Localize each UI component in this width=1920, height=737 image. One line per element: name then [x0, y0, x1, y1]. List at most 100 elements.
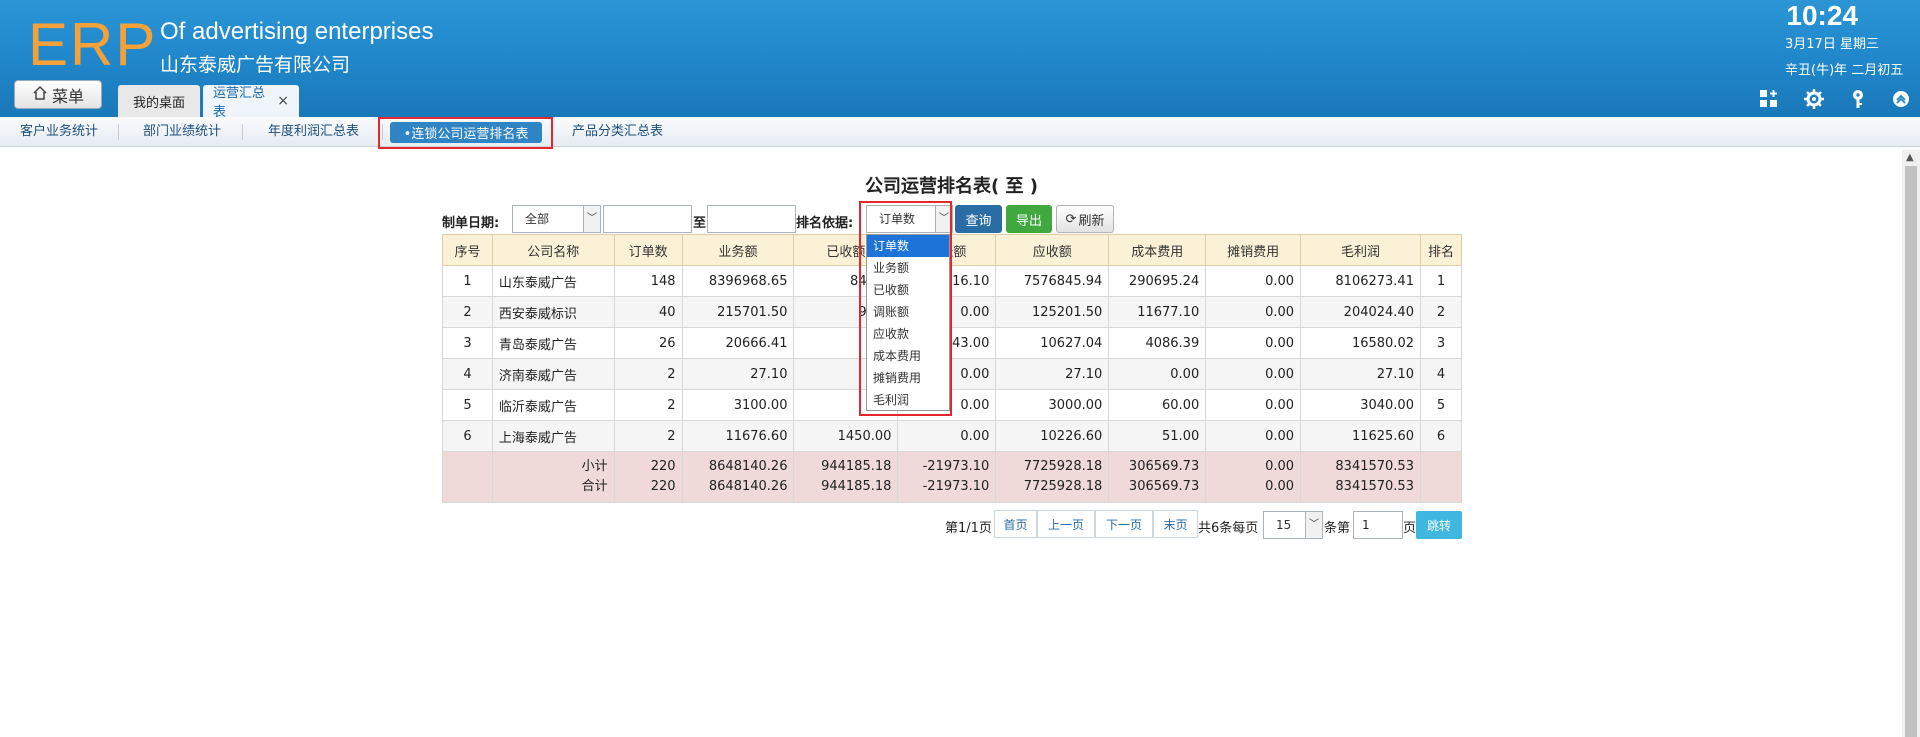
- table-cell: 8396968.65: [681, 265, 795, 297]
- table-cell: 2: [1419, 296, 1463, 328]
- start-date-input[interactable]: [603, 205, 692, 233]
- table-cell: 2: [613, 420, 683, 452]
- table-row[interactable]: 3青岛泰威广告2620666.4197943.0010627.044086.39…: [442, 327, 1463, 359]
- page-number-input[interactable]: 1: [1353, 511, 1403, 539]
- dropdown-option[interactable]: 调账额: [867, 301, 949, 323]
- table-cell: 10627.04: [995, 327, 1110, 359]
- total-value: 8341570.53: [1335, 479, 1414, 494]
- grid-add-icon[interactable]: [1758, 88, 1780, 110]
- vertical-scrollbar[interactable]: ▲: [1902, 150, 1920, 737]
- tab-label: 运营汇总表: [213, 86, 266, 120]
- dropdown-option[interactable]: 已收额: [867, 279, 949, 301]
- table-row[interactable]: 4 济南泰威广告 2 27.10 0.00 27.10 0.00 0.00 27.10 4: [442, 358, 1463, 390]
- summary-cell: 306569.73 306569.73: [1108, 451, 1207, 503]
- column-header: 毛利润: [1300, 234, 1421, 266]
- date-display: 3月17日 星期三: [1785, 37, 1879, 52]
- column-header: 公司名称: [491, 234, 615, 266]
- table-cell: 204024.40: [1300, 296, 1421, 328]
- table-cell: 290695.24: [1108, 265, 1207, 297]
- table-row[interactable]: 5临沂泰威广告23100.00100.003000.0060.000.00304…: [442, 389, 1463, 421]
- page-unit-label: 页: [1403, 521, 1417, 536]
- dropdown-option[interactable]: 订单数: [867, 235, 949, 257]
- table-cell: [1419, 451, 1463, 503]
- date-range-select[interactable]: 全部 ﹀: [512, 205, 601, 233]
- dropdown-option[interactable]: 业务额: [867, 257, 949, 279]
- page-size-value: 15: [1276, 518, 1292, 532]
- lunar-date-display: 辛丑(牛)年 二月初五: [1785, 63, 1904, 78]
- table-cell: 0.00: [897, 420, 997, 452]
- end-date-input[interactable]: [707, 205, 796, 233]
- column-header: 应收额: [995, 234, 1110, 266]
- to-label: 至: [693, 216, 707, 231]
- tab-operation-summary[interactable]: 运营汇总表 ×: [203, 85, 299, 120]
- table-cell: 7576845.94: [995, 265, 1110, 297]
- app-header: ERP Of advertising enterprises 山东泰威广告有限公…: [0, 0, 1920, 120]
- table-cell: 0.00: [1205, 389, 1302, 421]
- last-page-button[interactable]: 末页: [1153, 510, 1198, 538]
- dropdown-option[interactable]: 成本费用: [867, 345, 949, 367]
- company-name-cn: 山东泰威广告有限公司: [160, 54, 351, 76]
- chevron-down-icon: ﹀: [583, 206, 600, 232]
- summary-label-cell: 小计 合计: [491, 451, 615, 503]
- rank-by-label: 排名依据:: [796, 216, 854, 231]
- subnav-department-stats[interactable]: 部门业绩统计: [143, 117, 221, 147]
- table-cell: 16580.02: [1300, 327, 1421, 359]
- report-title: 公司运营排名表( 至 ): [865, 176, 1038, 197]
- summary-cell: 7725928.18 7725928.18: [995, 451, 1110, 503]
- query-button[interactable]: 查询: [955, 205, 1002, 233]
- table-cell: 27.10: [995, 358, 1110, 390]
- table-cell: 上海泰威广告: [491, 420, 615, 452]
- table-row[interactable]: 2西安泰威标识40215701.5090500.00125201.5011677…: [442, 296, 1463, 328]
- refresh-button[interactable]: ⟳ 刷新: [1056, 205, 1114, 233]
- column-header: 摊销费用: [1205, 234, 1302, 266]
- page-size-select[interactable]: 15 ﹀: [1263, 511, 1323, 539]
- column-header: 序号: [442, 234, 493, 266]
- table-cell: 1: [442, 265, 493, 297]
- dropdown-option[interactable]: 毛利润: [867, 389, 949, 411]
- scrollbar-thumb[interactable]: [1905, 166, 1917, 737]
- table-row[interactable]: 1山东泰威广告1488396968.658423316.107576845.94…: [442, 265, 1463, 297]
- table-cell: 3100.00: [681, 389, 795, 421]
- scroll-up-icon[interactable]: ▲: [1906, 152, 1914, 163]
- total-value: 8648140.26: [708, 479, 788, 494]
- gear-icon[interactable]: [1803, 88, 1825, 110]
- date-range-value: 全部: [525, 212, 550, 226]
- table-cell: 4086.39: [1108, 327, 1207, 359]
- menu-button[interactable]: 菜单: [14, 80, 102, 109]
- table-cell: 5: [442, 389, 493, 421]
- tab-my-desktop[interactable]: 我的桌面: [118, 85, 200, 117]
- table-cell: 2: [613, 389, 683, 421]
- erp-logo: ERP: [28, 11, 158, 78]
- key-icon[interactable]: [1847, 88, 1869, 110]
- table-cell: 3040.00: [1300, 389, 1421, 421]
- collapse-up-icon[interactable]: [1890, 88, 1912, 110]
- total-value: 306569.73: [1128, 479, 1200, 494]
- table-cell: 0.00: [1205, 265, 1302, 297]
- table-cell: 3: [1419, 327, 1463, 359]
- dropdown-option[interactable]: 摊销费用: [867, 367, 949, 389]
- subnav-chain-company-ranking[interactable]: •连锁公司运营排名表: [390, 122, 542, 143]
- goto-label: 条第: [1324, 521, 1351, 536]
- dropdown-option[interactable]: 应收款: [867, 323, 949, 345]
- next-page-button[interactable]: 下一页: [1095, 510, 1153, 538]
- column-header: 业务额: [681, 234, 795, 266]
- summary-cell: 8648140.26 8648140.26: [681, 451, 795, 503]
- prev-page-button[interactable]: 上一页: [1037, 510, 1095, 538]
- table-cell: 0.00: [1205, 296, 1302, 328]
- table-cell: 6: [442, 420, 493, 452]
- export-button[interactable]: 导出: [1006, 205, 1052, 233]
- summary-cell: 944185.18 944185.18: [793, 451, 899, 503]
- close-icon[interactable]: ×: [277, 93, 289, 109]
- jump-button[interactable]: 跳转: [1416, 511, 1462, 539]
- subnav-annual-profit[interactable]: 年度利润汇总表: [268, 117, 359, 147]
- table-cell: 2: [442, 296, 493, 328]
- table-cell: 125201.50: [995, 296, 1110, 328]
- summary-cell: 8341570.53 8341570.53: [1300, 451, 1421, 503]
- table-cell: 11676.60: [681, 420, 795, 452]
- subnav-customer-stats[interactable]: 客户业务统计: [20, 117, 98, 147]
- subnav-product-category[interactable]: 产品分类汇总表: [572, 117, 663, 147]
- table-cell: 山东泰威广告: [491, 265, 615, 297]
- first-page-button[interactable]: 首页: [994, 510, 1037, 538]
- table-cell: 0.00: [1205, 420, 1302, 452]
- table-row[interactable]: 6 上海泰威广告 2 11676.60 1450.00 0.00 10226.60 51.00…: [442, 420, 1463, 452]
